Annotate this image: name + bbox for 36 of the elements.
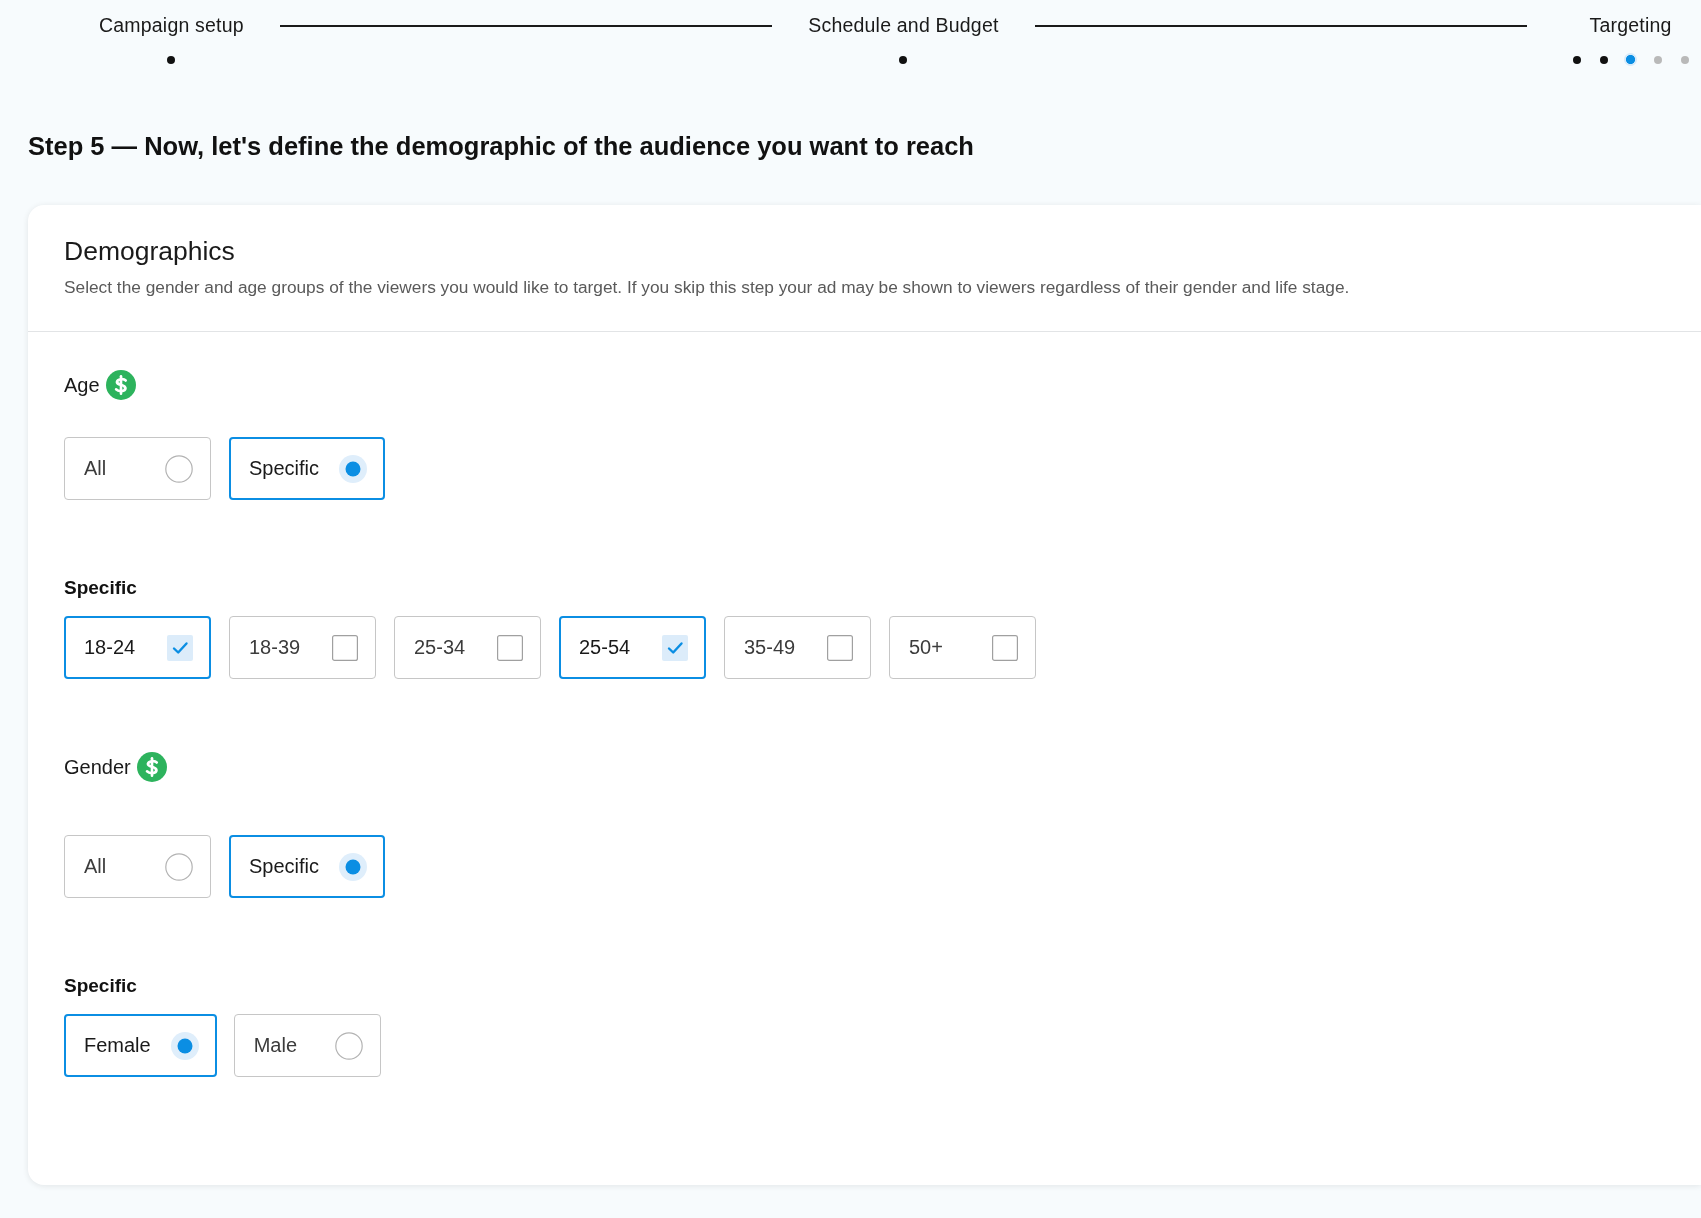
checkbox-option[interactable]: 25-54 [559, 616, 706, 679]
radio-icon[interactable] [165, 852, 193, 881]
radio-option[interactable]: All [64, 835, 211, 898]
radio-option[interactable]: All [64, 437, 211, 500]
step-label[interactable]: Targeting [1589, 13, 1672, 37]
checkbox-icon[interactable] [167, 634, 193, 661]
checkbox-icon[interactable] [662, 634, 688, 661]
radio-icon[interactable] [339, 852, 368, 881]
radio-option[interactable]: Female [64, 1014, 217, 1077]
radio-icon[interactable] [165, 454, 193, 483]
step-label[interactable]: Campaign setup [99, 13, 244, 37]
group-label: Age [64, 373, 100, 398]
checkbox-option[interactable]: 18-39 [229, 616, 376, 679]
section-label: Specific [64, 577, 137, 599]
page-heading: Step 5 — Now, let's define the demographic of the audience you want to reach [28, 131, 974, 161]
radio-icon[interactable] [334, 1031, 363, 1060]
radio-icon[interactable] [170, 1031, 199, 1060]
radio-option[interactable]: Male [233, 1014, 381, 1077]
checkbox-option[interactable]: 25-34 [394, 616, 541, 679]
checkbox-icon[interactable] [497, 634, 523, 661]
section-label: Specific [64, 975, 137, 997]
checkbox-option[interactable]: 18-24 [64, 616, 211, 679]
radio-option[interactable]: Specific [229, 835, 386, 898]
dollar-icon [136, 752, 167, 782]
card-description: Select the gender and age groups of the viewers you would like to target. If you skip this step your ad may be shown to viewers regardless of their gender and life stage. [64, 276, 1351, 298]
radio-icon[interactable] [339, 454, 368, 483]
card-title: Demographics [64, 235, 236, 267]
radio-option[interactable]: Specific [229, 437, 386, 500]
checkbox-option[interactable]: 35-49 [724, 616, 871, 679]
checkbox-option[interactable]: 50+ [889, 616, 1036, 679]
checkbox-icon[interactable] [332, 634, 358, 661]
dollar-icon [105, 370, 136, 400]
checkbox-icon[interactable] [992, 634, 1018, 661]
group-label: Gender [64, 755, 131, 780]
checkbox-icon[interactable] [827, 634, 853, 661]
step-label[interactable]: Schedule and Budget [808, 13, 999, 37]
